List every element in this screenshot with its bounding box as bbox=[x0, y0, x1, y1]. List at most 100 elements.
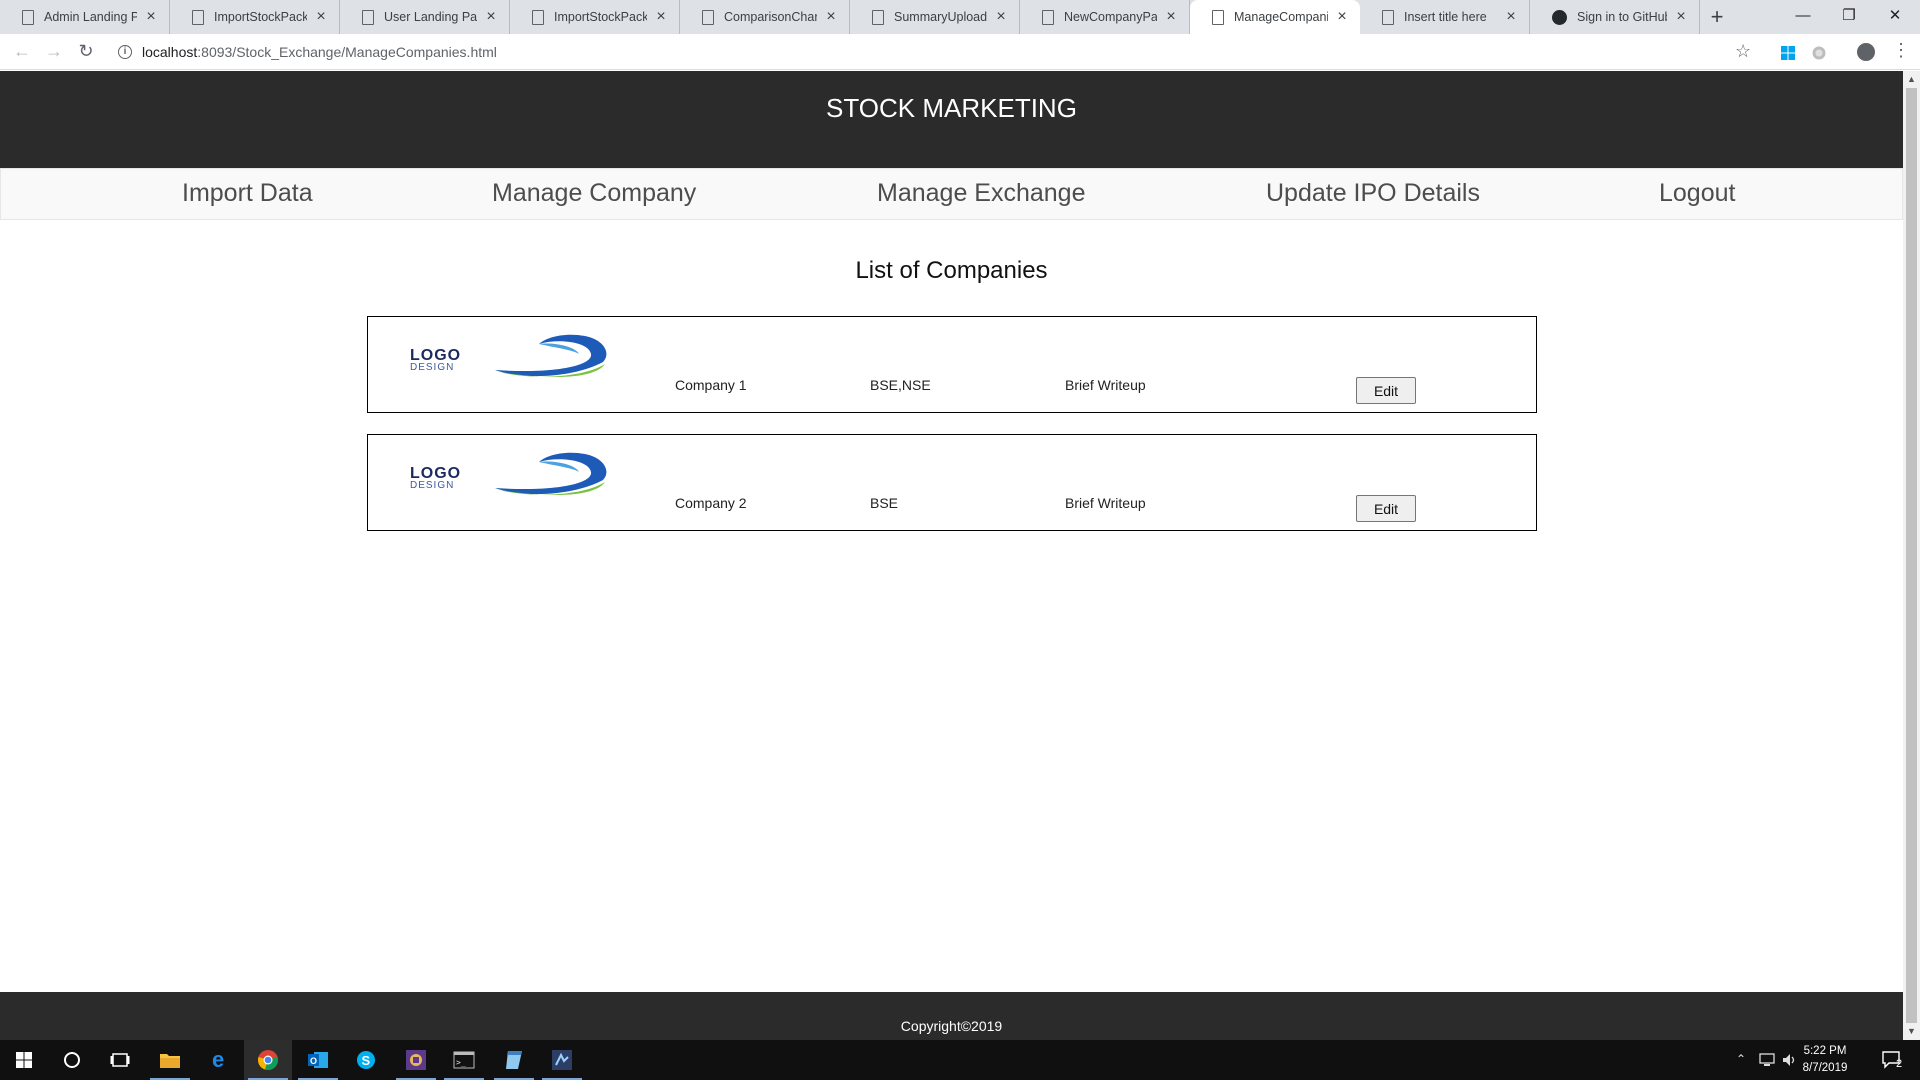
site-header: STOCK MARKETING bbox=[0, 71, 1903, 168]
show-hidden-icons-chevron-icon[interactable]: ⌃ bbox=[1736, 1052, 1746, 1066]
page-icon bbox=[872, 9, 884, 25]
page-icon bbox=[22, 9, 34, 25]
tab-title: ImportStockPackage bbox=[554, 10, 647, 24]
minimize-icon[interactable]: — bbox=[1780, 0, 1826, 30]
close-icon[interactable]: × bbox=[483, 8, 499, 26]
skype-icon[interactable]: S bbox=[342, 1040, 390, 1080]
browser-tab[interactable]: ImportStockPackage × bbox=[170, 0, 340, 34]
tab-title: Insert title here bbox=[1404, 10, 1487, 24]
restore-icon[interactable]: ❐ bbox=[1826, 0, 1872, 30]
app-icon[interactable] bbox=[392, 1040, 440, 1080]
url-host: localhost bbox=[142, 44, 198, 60]
windows-start-icon[interactable] bbox=[0, 1040, 48, 1080]
ide-icon[interactable] bbox=[538, 1040, 586, 1080]
company-logo: LOGO DESIGN bbox=[408, 450, 618, 500]
tab-title: ComparisonChart bbox=[724, 10, 817, 24]
outlook-icon[interactable]: O bbox=[294, 1040, 342, 1080]
window-close-icon[interactable]: ✕ bbox=[1872, 0, 1918, 30]
address-toolbar: ← → ↻ i localhost:8093/Stock_Exchange/Ma… bbox=[0, 34, 1920, 70]
page-icon bbox=[362, 9, 374, 25]
company-logo: LOGO DESIGN bbox=[408, 332, 618, 382]
close-icon[interactable]: × bbox=[653, 8, 669, 26]
file-explorer-icon[interactable] bbox=[146, 1040, 194, 1080]
company-writeup: Brief Writeup bbox=[1065, 377, 1146, 393]
chrome-browser-icon[interactable] bbox=[244, 1040, 292, 1080]
task-view-icon[interactable] bbox=[96, 1040, 144, 1080]
browser-tab[interactable]: SummaryUploadPage × bbox=[850, 0, 1020, 34]
scroll-up-icon[interactable]: ▲ bbox=[1903, 71, 1920, 88]
svg-text:e: e bbox=[212, 1049, 224, 1071]
logo-text-sub: DESIGN bbox=[410, 480, 455, 491]
extension-icon[interactable] bbox=[1811, 45, 1827, 61]
edit-button[interactable]: Edit bbox=[1356, 495, 1416, 522]
bookmark-star-icon[interactable]: ☆ bbox=[1735, 41, 1751, 62]
site-footer: Copyright©2019 bbox=[0, 992, 1903, 1040]
close-icon[interactable]: × bbox=[1334, 8, 1350, 26]
logo-text-sub: DESIGN bbox=[410, 362, 455, 373]
page-icon bbox=[1382, 9, 1394, 25]
logo-swoosh-icon bbox=[495, 452, 607, 496]
browser-tab-strip: Admin Landing Page × ImportStockPackage … bbox=[0, 0, 1920, 34]
profile-avatar-icon[interactable] bbox=[1857, 43, 1875, 61]
list-title: List of Companies bbox=[855, 257, 1048, 284]
menu-item-manage-company[interactable]: Manage Company bbox=[492, 179, 696, 208]
edit-button[interactable]: Edit bbox=[1356, 377, 1416, 404]
browser-tab[interactable]: ComparisonChart × bbox=[680, 0, 850, 34]
scroll-down-icon[interactable]: ▼ bbox=[1903, 1023, 1920, 1040]
close-icon[interactable]: × bbox=[1163, 8, 1179, 26]
logo-text: LOGO DESIGN bbox=[410, 348, 461, 373]
notification-count: 2 bbox=[1896, 1058, 1903, 1070]
browser-tab[interactable]: Insert title here × bbox=[1360, 0, 1530, 34]
company-name: Company 2 bbox=[675, 495, 747, 511]
network-icon[interactable] bbox=[1758, 1053, 1776, 1067]
command-prompt-icon[interactable]: >_ bbox=[440, 1040, 488, 1080]
close-icon[interactable]: × bbox=[1503, 8, 1519, 26]
browser-tab[interactable]: Sign in to GitHub · GitHub × bbox=[1530, 0, 1700, 34]
tab-title: Admin Landing Page bbox=[44, 10, 137, 24]
windows-extension-icon[interactable] bbox=[1780, 45, 1796, 61]
forward-icon[interactable]: → bbox=[38, 36, 70, 68]
tab-title: ManageCompanies bbox=[1234, 10, 1328, 24]
logo-swoosh-icon bbox=[495, 334, 607, 378]
page-icon bbox=[1042, 9, 1054, 25]
reload-icon[interactable]: ↻ bbox=[70, 36, 102, 68]
browser-tab-active[interactable]: ManageCompanies × bbox=[1190, 0, 1360, 34]
close-icon[interactable]: × bbox=[313, 8, 329, 26]
action-center-icon[interactable]: 2 bbox=[1868, 1040, 1916, 1080]
page-icon bbox=[702, 9, 714, 25]
browser-tab[interactable]: NewCompanyPage × bbox=[1020, 0, 1190, 34]
copyright-text: Copyright©2019 bbox=[900, 1018, 1003, 1034]
svg-text:>_: >_ bbox=[456, 1058, 466, 1067]
company-name: Company 1 bbox=[675, 377, 747, 393]
menu-item-update-ipo-details[interactable]: Update IPO Details bbox=[1266, 179, 1480, 208]
company-row: LOGO DESIGN Company 2 BSE Brief Writeup … bbox=[367, 434, 1537, 531]
browser-tab[interactable]: User Landing Page × bbox=[340, 0, 510, 34]
page-viewport: STOCK MARKETING Import Data Manage Compa… bbox=[0, 71, 1903, 1040]
menu-kebab-icon[interactable]: ⋮ bbox=[1892, 40, 1910, 61]
url-bar[interactable]: i localhost:8093/Stock_Exchange/ManageCo… bbox=[110, 38, 1755, 66]
notepad-icon[interactable] bbox=[490, 1040, 538, 1080]
windows-taskbar: e O S >_ ⌃ 5:22 PM 8/7/2019 2 bbox=[0, 1040, 1920, 1080]
new-tab-button[interactable]: + bbox=[1700, 0, 1734, 34]
tab-title: ImportStockPackage bbox=[214, 10, 307, 24]
close-icon[interactable]: × bbox=[143, 8, 159, 26]
close-icon[interactable]: × bbox=[993, 8, 1009, 26]
cortana-search-icon[interactable] bbox=[48, 1040, 96, 1080]
menu-item-logout[interactable]: Logout bbox=[1659, 179, 1735, 208]
menu-item-manage-exchange[interactable]: Manage Exchange bbox=[877, 179, 1085, 208]
taskbar-clock[interactable]: 5:22 PM 8/7/2019 bbox=[1790, 1043, 1860, 1077]
close-icon[interactable]: × bbox=[1673, 8, 1689, 26]
close-icon[interactable]: × bbox=[823, 8, 839, 26]
logo-text: LOGO DESIGN bbox=[410, 466, 461, 491]
clock-date: 8/7/2019 bbox=[1802, 1062, 1848, 1074]
browser-tab[interactable]: ImportStockPackage × bbox=[510, 0, 680, 34]
vertical-scrollbar[interactable]: ▲ ▼ bbox=[1903, 71, 1920, 1040]
back-icon[interactable]: ← bbox=[6, 36, 38, 68]
menu-item-import-data[interactable]: Import Data bbox=[182, 179, 313, 208]
info-icon[interactable]: i bbox=[118, 45, 132, 59]
scrollbar-thumb[interactable] bbox=[1906, 88, 1917, 1023]
edge-browser-icon[interactable]: e bbox=[196, 1040, 244, 1080]
page-icon bbox=[1212, 9, 1224, 25]
tab-title: NewCompanyPage bbox=[1064, 10, 1157, 24]
browser-tab[interactable]: Admin Landing Page × bbox=[0, 0, 170, 34]
